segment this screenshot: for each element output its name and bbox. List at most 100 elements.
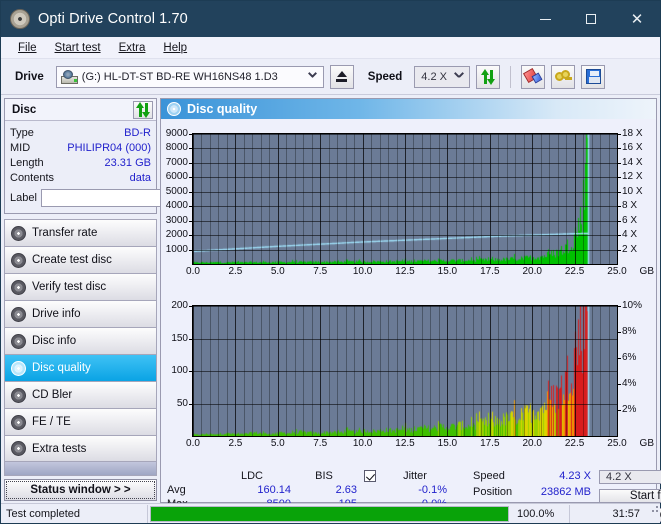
bis-plot-y2tick: 10% <box>622 301 642 311</box>
save-button[interactable] <box>581 65 605 89</box>
test-controls: 4.2 X Start full Start part <box>599 470 661 498</box>
ldc-plot-ytick: 8000 <box>166 143 188 153</box>
eject-icon <box>336 71 347 82</box>
progress-percent: 100.0% <box>511 508 569 520</box>
test-speed-select[interactable]: 4.2 X <box>599 470 661 484</box>
app-window: Opti Drive Control 1.70 ✕ File Start tes… <box>0 0 661 524</box>
menu-start-test[interactable]: Start test <box>46 40 110 56</box>
disc-label-row: Label <box>10 188 151 208</box>
ldc-plot-y2tick: 16 X <box>622 143 643 153</box>
sidebar-item-transfer-rate[interactable]: Transfer rate <box>4 219 157 246</box>
sidebar-item-label: Transfer rate <box>32 227 97 239</box>
disc-quality-icon <box>11 361 26 376</box>
ldc-plot-ytick: 3000 <box>166 216 188 226</box>
bis-plot-ytick: 100 <box>171 366 188 376</box>
maximize-button[interactable] <box>568 1 614 37</box>
optical-drive-icon <box>61 70 78 84</box>
bis-chart: BIS Jitter 50100150200 2%4%6%8%10% <box>161 305 656 465</box>
jitter-checkbox[interactable] <box>364 470 376 482</box>
bis-plot-xtick: 7.5 <box>313 438 327 449</box>
drive-info-icon <box>11 307 26 322</box>
ldc-speed-axis: 2 X4 X6 X8 X10 X12 X14 X16 X18 X <box>618 133 656 265</box>
menu-extra[interactable]: Extra <box>110 40 155 56</box>
sidebar-item-create-test-disc[interactable]: Create test disc <box>4 246 157 273</box>
ldc-plot-xtick: 10.0 <box>353 266 372 277</box>
disc-type-value: BD-R <box>124 127 151 139</box>
sidebar-item-label: Drive info <box>32 308 81 320</box>
save-icon <box>586 69 601 84</box>
bis-plot-ytick: 150 <box>171 334 188 344</box>
ldc-plot-ytick: 9000 <box>166 129 188 139</box>
progress-bar-fill <box>151 507 508 521</box>
maximize-icon <box>586 14 596 24</box>
eraser-icon <box>525 70 542 83</box>
sidebar-item-disc-quality[interactable]: Disc quality <box>4 354 157 381</box>
drive-select[interactable]: (G:) HL-DT-ST BD-RE WH16NS48 1.D3 <box>56 66 324 88</box>
bis-plot-y2tick: 8% <box>622 327 636 337</box>
disc-info-icon <box>11 334 26 349</box>
extra-tests-icon <box>11 441 26 456</box>
disc-type-key: Type <box>10 127 34 139</box>
refresh-button[interactable] <box>476 65 500 89</box>
toolbar-separator <box>510 66 511 88</box>
elapsed-time: 31:57 <box>570 508 648 520</box>
bis-plot-xtick: 20.0 <box>522 438 541 449</box>
disc-row-type: Type BD-R <box>10 125 151 140</box>
disc-row-mid: MID PHILIPR04 (000) <box>10 140 151 155</box>
ldc-plot-xtick: 20.0 <box>522 266 541 277</box>
close-button[interactable]: ✕ <box>614 1 660 37</box>
menu-file[interactable]: File <box>9 40 46 56</box>
settings-button[interactable] <box>551 65 575 89</box>
chevron-down-icon <box>455 73 463 81</box>
progress-bar <box>150 506 509 522</box>
bis-plot-ytick: 200 <box>171 301 188 311</box>
bis-plot-xtick: 5.0 <box>271 438 285 449</box>
ldc-plot-y2tick: 14 X <box>622 158 643 168</box>
menu-file-label: File <box>18 42 37 54</box>
fe-te-icon <box>11 415 26 430</box>
stats-avg-bis: 2.63 <box>291 484 357 496</box>
ldc-plot-ytick: 6000 <box>166 172 188 182</box>
transfer-rate-icon <box>11 226 26 241</box>
sidebar-item-fe-te[interactable]: FE / TE <box>4 408 157 435</box>
stats-avg-ldc: 160.14 <box>213 484 291 496</box>
ldc-plot-xtick: 5.0 <box>271 266 285 277</box>
status-bar: Test completed 100.0% 31:57 <box>1 503 660 523</box>
minimize-icon <box>540 19 551 20</box>
disc-refresh-button[interactable] <box>133 101 153 119</box>
stats-header-ldc: LDC <box>213 470 291 482</box>
disc-label-key: Label <box>10 192 37 204</box>
speed-select[interactable]: 4.2 X <box>414 66 470 88</box>
eject-button[interactable] <box>330 65 354 89</box>
drive-toolbar: Drive (G:) HL-DT-ST BD-RE WH16NS48 1.D3 … <box>1 59 660 95</box>
minimize-button[interactable] <box>522 1 568 37</box>
bis-plot-xtick: 2.5 <box>228 438 242 449</box>
disc-row-length: Length 23.31 GB <box>10 155 151 170</box>
charts-area: LDC Read speed Write speed 1000200030004… <box>161 119 656 465</box>
sidebar-item-disc-info[interactable]: Disc info <box>4 327 157 354</box>
bis-plot-area <box>192 305 618 437</box>
disc-quality-icon <box>167 102 181 116</box>
sidebar-item-verify-test-disc[interactable]: Verify test disc <box>4 273 157 300</box>
readout-position-value: 23862 MB <box>527 486 591 498</box>
readout-position-key: Position <box>473 486 527 498</box>
status-message: Test completed <box>1 508 147 520</box>
sidebar-item-cd-bler[interactable]: CD Bler <box>4 381 157 408</box>
status-window-button[interactable]: Status window > > <box>4 479 157 501</box>
stats-avg-jitter: -0.1% <box>383 484 447 496</box>
menu-help[interactable]: Help <box>154 40 196 56</box>
sidebar-item-label: Create test disc <box>32 254 112 266</box>
cd-bler-icon <box>11 388 26 403</box>
bis-y-axis: 50100150200 <box>161 305 192 437</box>
sidebar-item-drive-info[interactable]: Drive info <box>4 300 157 327</box>
create-test-disc-icon <box>11 253 26 268</box>
readout-speed-key: Speed <box>473 470 527 482</box>
ldc-plot-xtick: 12.5 <box>395 266 414 277</box>
ldc-plot-xtick: 2.5 <box>228 266 242 277</box>
sidebar-item-label: Verify test disc <box>32 281 106 293</box>
navigation-list: Transfer rate Create test disc Verify te… <box>4 219 157 462</box>
sidebar-item-extra-tests[interactable]: Extra tests <box>4 435 157 462</box>
erase-button[interactable] <box>521 65 545 89</box>
start-full-button[interactable]: Start full <box>599 489 661 503</box>
bis-x-unit: GB <box>640 438 654 449</box>
